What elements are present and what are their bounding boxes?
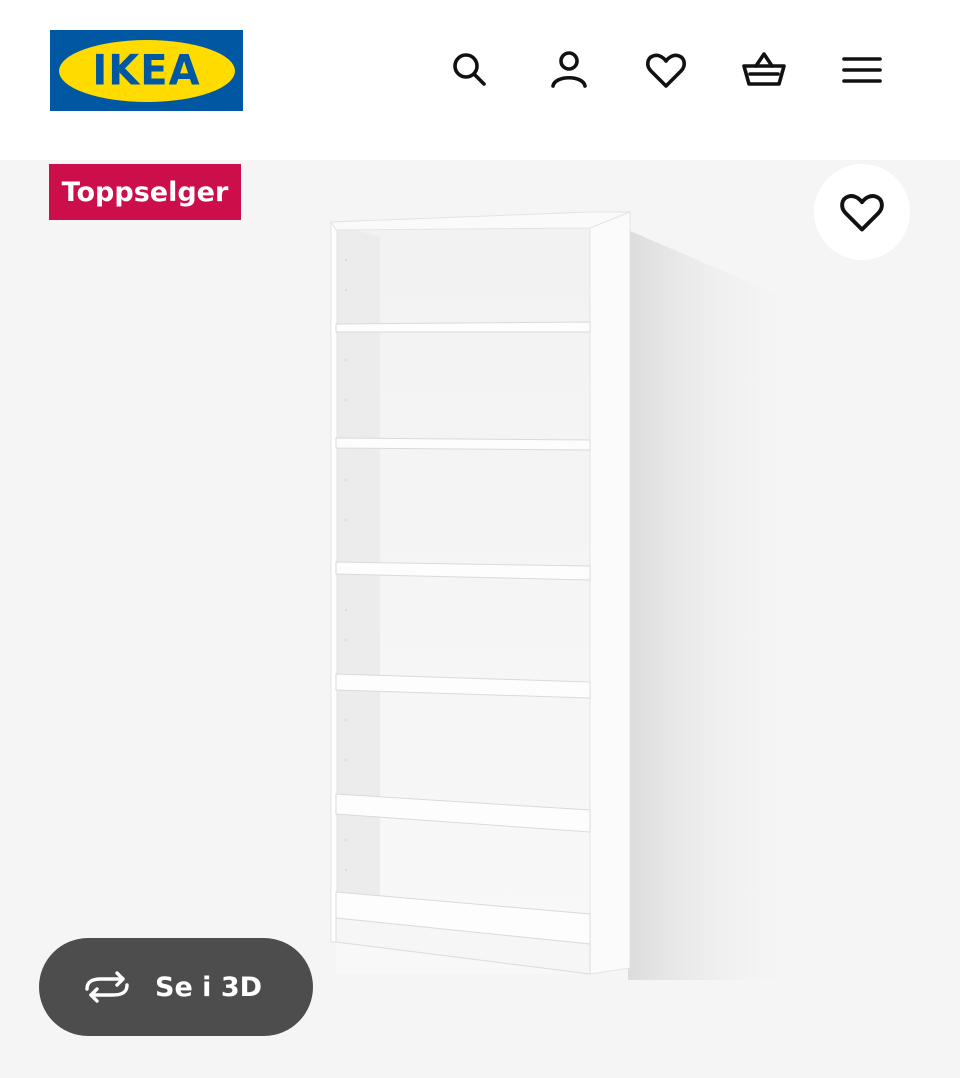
rotate-3d-icon	[81, 967, 133, 1007]
add-to-favourites-button[interactable]	[814, 164, 910, 260]
user-icon	[551, 51, 587, 88]
heart-icon	[840, 194, 884, 232]
heart-icon	[646, 53, 686, 88]
favourites-button[interactable]	[640, 44, 692, 96]
view-in-3d-label: Se i 3D	[155, 971, 263, 1003]
view-in-3d-button[interactable]: Se i 3D	[39, 938, 313, 1036]
site-header: IKEA ®	[0, 0, 960, 160]
top-seller-badge: Toppselger	[49, 164, 241, 220]
account-button[interactable]	[543, 44, 595, 96]
menu-button[interactable]	[836, 44, 888, 96]
logo-oval: IKEA	[58, 39, 235, 102]
registered-mark: ®	[229, 56, 235, 63]
search-button[interactable]	[444, 44, 496, 96]
logo-wordmark: IKEA	[92, 46, 201, 95]
basket-icon	[742, 52, 786, 86]
ikea-logo[interactable]: IKEA ®	[50, 30, 243, 111]
menu-icon	[842, 57, 882, 83]
bookcase-image	[330, 211, 800, 980]
search-icon	[453, 53, 486, 86]
shopping-bag-button[interactable]	[738, 44, 790, 96]
